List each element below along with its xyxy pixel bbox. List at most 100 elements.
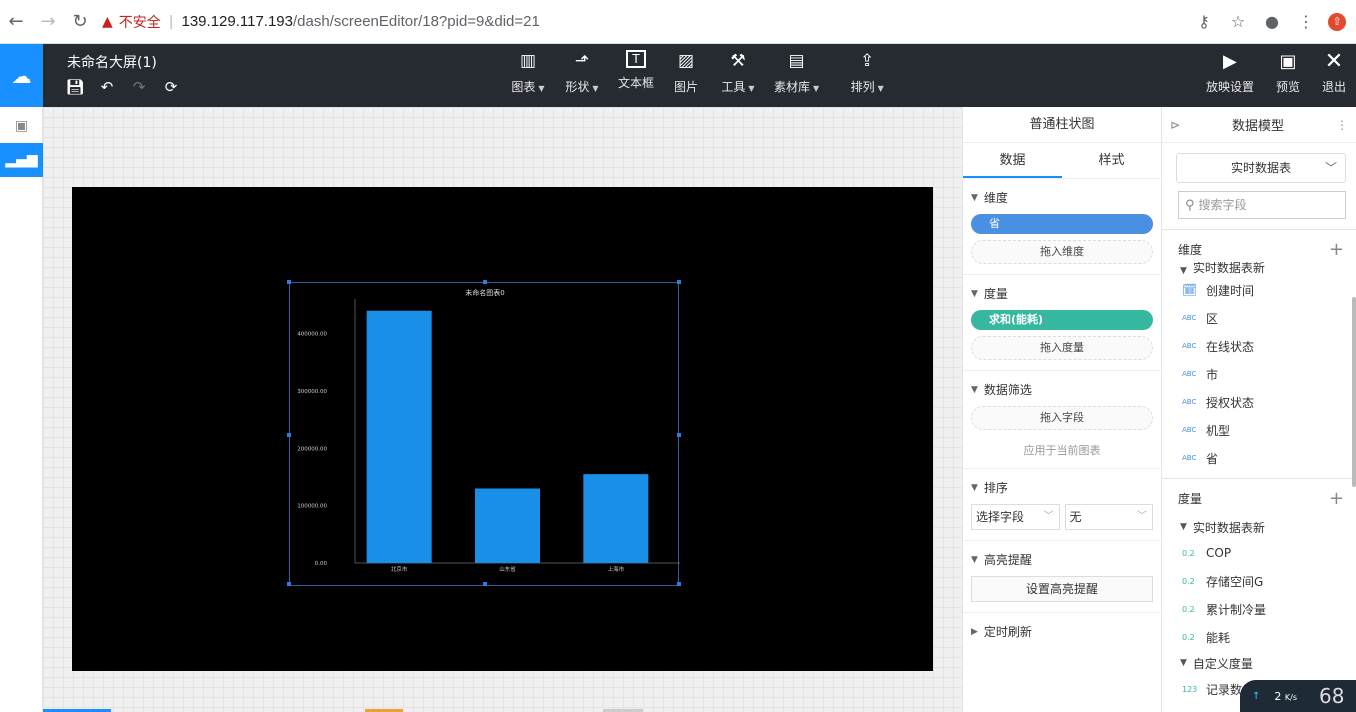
field-item[interactable]: 0.2 COP bbox=[1162, 539, 1356, 567]
filter-heading: 数据筛选 bbox=[983, 383, 1032, 397]
bar-chart-widget[interactable]: 未命名图表0 0.00 100000.00 200000.00 300000.00 400… bbox=[287, 280, 681, 586]
layers-toggle-icon[interactable]: ▣ bbox=[0, 109, 43, 143]
measure-pill[interactable]: 求和(能耗) bbox=[971, 310, 1153, 330]
x-tick-label: 北京市 bbox=[391, 565, 408, 573]
field-search[interactable]: ⚲ bbox=[1178, 191, 1346, 219]
shape-tool[interactable]: ⬏ 形状 ▼ bbox=[562, 50, 602, 95]
menu-dots-icon[interactable]: ⋮ bbox=[1294, 10, 1318, 34]
chevron-down-icon[interactable]: ▼ bbox=[1180, 522, 1187, 532]
preview-button[interactable]: ▣ 预览 bbox=[1276, 50, 1300, 95]
dimension-pill[interactable]: 省 bbox=[971, 214, 1153, 234]
field-name: 创建时间 bbox=[1206, 283, 1255, 298]
data-model-title: 数据模型 bbox=[1232, 119, 1285, 134]
app-logo-icon[interactable]: ☁ bbox=[0, 44, 43, 107]
data-source-select[interactable]: 实时数据表 ﹀ bbox=[1176, 153, 1346, 183]
refresh-icon[interactable]: ⟳ bbox=[162, 78, 180, 96]
chart-panel-icon[interactable]: ▂▄▆ bbox=[0, 143, 43, 177]
account-icon[interactable]: ● bbox=[1260, 10, 1284, 34]
field-item[interactable]: ABC 授权状态 bbox=[1162, 388, 1356, 416]
reload-icon[interactable]: ↻ bbox=[64, 6, 96, 38]
filter-section: ▼ 数据筛选 拖入字段 应用于当前图表 bbox=[963, 371, 1161, 469]
measure-dropzone[interactable]: 拖入度量 bbox=[971, 336, 1153, 360]
highlight-heading: 高亮提醒 bbox=[983, 553, 1032, 567]
chevron-down-icon[interactable]: ▼ bbox=[1180, 266, 1187, 276]
tools-tool[interactable]: ⚒ 工具 ▼ bbox=[718, 50, 758, 95]
save-icon[interactable]: 💾︎ bbox=[65, 78, 84, 96]
search-icon: ⚲ bbox=[1185, 197, 1195, 213]
sort-order-select[interactable]: 无 ﹀ bbox=[1064, 504, 1153, 530]
set-highlight-button[interactable]: 设置高亮提醒 bbox=[971, 576, 1153, 602]
textbox-tool[interactable]: T 文本框 bbox=[616, 50, 656, 95]
play-settings-button[interactable]: ▶︎ 放映设置 bbox=[1206, 50, 1254, 95]
field-item[interactable]: 0.2 累计制冷量 bbox=[1162, 595, 1356, 623]
url-path: /dash/screenEditor/18?pid=9&did=21 bbox=[293, 13, 540, 30]
search-input[interactable] bbox=[1198, 198, 1329, 212]
chevron-down-icon[interactable]: ▼ bbox=[1180, 658, 1187, 668]
y-tick-label: 0.00 bbox=[315, 561, 328, 567]
tab-data[interactable]: 数据 bbox=[963, 143, 1062, 178]
field-item[interactable]: ABC 在线状态 bbox=[1162, 332, 1356, 360]
text-type-icon: ABC bbox=[1182, 342, 1197, 350]
key-icon[interactable]: ⚷ bbox=[1192, 10, 1216, 34]
chevron-down-icon[interactable]: ▼ bbox=[971, 483, 978, 493]
caret-down-icon: ▼ bbox=[592, 84, 599, 93]
text-type-icon: ABC bbox=[1182, 426, 1197, 434]
filter-dropzone[interactable]: 拖入字段 bbox=[971, 406, 1153, 430]
screen-canvas[interactable]: 未命名图表0 0.00 100000.00 200000.00 300000.00 400… bbox=[72, 187, 933, 671]
chevron-down-icon: ﹀ bbox=[1324, 161, 1337, 175]
more-options-icon[interactable]: ⋮ bbox=[1336, 118, 1348, 132]
back-icon[interactable]: ← bbox=[0, 6, 32, 38]
field-item[interactable]: 0.2 存储空间G bbox=[1162, 567, 1356, 595]
text-type-icon: ABC bbox=[1182, 370, 1197, 378]
dimension-dropzone[interactable]: 拖入维度 bbox=[971, 240, 1153, 264]
chart-tool[interactable]: ▥ 图表 ▼ bbox=[508, 50, 548, 95]
field-item[interactable]: 🗓︎ 创建时间 bbox=[1162, 276, 1356, 304]
editor-canvas[interactable]: 未命名图表0 0.00 100000.00 200000.00 300000.00 400… bbox=[43, 107, 962, 712]
refresh-section: ▶ 定时刷新 bbox=[963, 613, 1161, 658]
chevron-down-icon[interactable]: ▼ bbox=[971, 193, 978, 203]
tools-tool-label: 工具 bbox=[721, 80, 746, 94]
add-dimension-icon[interactable]: + bbox=[1329, 239, 1344, 260]
apply-filter-link[interactable]: 应用于当前图表 bbox=[971, 442, 1153, 458]
field-name: 区 bbox=[1206, 311, 1219, 326]
sort-field-select[interactable]: 选择字段 ﹀ bbox=[971, 504, 1060, 530]
arrange-icon: ⇪ bbox=[860, 51, 875, 71]
image-tool[interactable]: ▨ 图片 bbox=[666, 50, 706, 95]
field-item[interactable]: ABC 市 bbox=[1162, 360, 1356, 388]
undo-icon[interactable]: ↶ bbox=[98, 78, 116, 96]
panel-toggle-icon[interactable]: ⊳ bbox=[1170, 118, 1180, 132]
screen-title: 未命名大屏(1) bbox=[67, 55, 157, 71]
arrange-tool[interactable]: ⇪ 排列 ▼ bbox=[847, 50, 887, 95]
forward-icon[interactable]: → bbox=[32, 6, 64, 38]
y-tick-label: 200000.00 bbox=[297, 446, 327, 452]
exit-button[interactable]: ✕ 退出 bbox=[1322, 49, 1346, 95]
speed-value: 2 bbox=[1274, 689, 1282, 703]
chevron-right-icon[interactable]: ▶ bbox=[971, 627, 978, 637]
scrollbar[interactable] bbox=[1352, 297, 1356, 487]
chevron-down-icon[interactable]: ▼ bbox=[971, 555, 978, 565]
field-item[interactable]: ABC 机型 bbox=[1162, 416, 1356, 444]
bar bbox=[475, 488, 540, 563]
field-item[interactable]: 0.2 能耗 bbox=[1162, 623, 1356, 651]
tab-style[interactable]: 样式 bbox=[1062, 143, 1161, 178]
chevron-down-icon: ﹀ bbox=[1043, 511, 1054, 522]
refresh-heading: 定时刷新 bbox=[983, 625, 1032, 639]
usage-percent: 68 bbox=[1319, 684, 1345, 708]
chevron-down-icon[interactable]: ▼ bbox=[971, 289, 978, 299]
extension-icon[interactable]: ⇧ bbox=[1328, 12, 1346, 31]
add-measure-icon[interactable]: + bbox=[1329, 488, 1344, 509]
chart-tool-label: 图表 bbox=[511, 80, 536, 94]
redo-icon[interactable]: ↷ bbox=[130, 78, 148, 96]
network-speed-badge: ↑ 2 K/s 68 bbox=[1240, 680, 1356, 712]
star-icon[interactable]: ☆ bbox=[1226, 10, 1250, 34]
caret-down-icon: ▼ bbox=[538, 84, 545, 93]
sort-field-value: 选择字段 bbox=[976, 510, 1025, 524]
chevron-down-icon[interactable]: ▼ bbox=[971, 385, 978, 395]
field-item[interactable]: ABC 省 bbox=[1162, 444, 1356, 472]
field-item[interactable]: ABC 区 bbox=[1162, 304, 1356, 332]
field-name: 存储空间G bbox=[1206, 574, 1264, 589]
address-bar[interactable]: ▲ 不安全 | 139.129.117.193/dash/screenEdito… bbox=[102, 7, 1192, 37]
number-type-icon: 0.2 bbox=[1182, 632, 1195, 642]
library-tool[interactable]: ▤ 素材库 ▼ bbox=[774, 50, 819, 95]
field-name: 授权状态 bbox=[1206, 395, 1255, 410]
